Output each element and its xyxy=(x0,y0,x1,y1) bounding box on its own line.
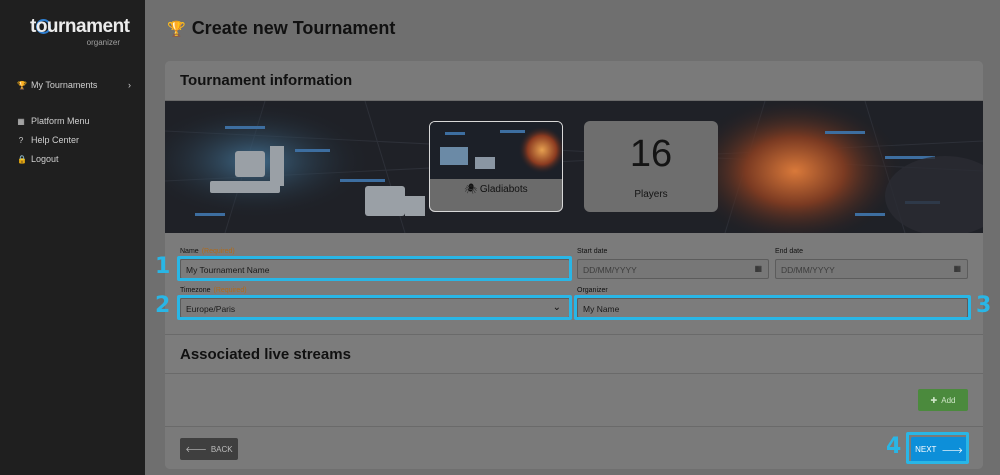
game-tile[interactable]: 🕷 Gladiabots xyxy=(429,121,563,212)
players-tile[interactable]: 16 Players xyxy=(584,121,718,212)
name-label-text: Name xyxy=(180,248,199,255)
banner-artwork xyxy=(165,101,983,233)
sidebar-item-help-center[interactable]: ? Help Center xyxy=(17,135,79,145)
organizer-field[interactable]: My Name xyxy=(577,298,968,318)
annotation-number-4: 4 xyxy=(886,434,902,459)
end-date-label: End date xyxy=(775,248,804,255)
timezone-label-text: Timezone xyxy=(180,287,211,294)
main-content: 🏆 Create new Tournament Tournament infor… xyxy=(145,0,1000,475)
tournament-card: Tournament information 🕷 Gladiabots 16 P… xyxy=(165,61,983,469)
question-icon: ? xyxy=(18,135,24,145)
card-title: Tournament information xyxy=(180,72,353,89)
game-screenshot xyxy=(430,122,562,179)
players-label: Players xyxy=(634,189,668,200)
back-button-label: BACK xyxy=(210,444,233,454)
logo-text: tournament xyxy=(30,16,130,37)
grid-icon: ▦ xyxy=(17,116,25,126)
start-date-label: Start date xyxy=(577,248,608,255)
lock-icon: 🔒 xyxy=(17,154,27,164)
chevron-right-icon: › xyxy=(128,80,131,90)
name-label: Name (Required) xyxy=(180,248,235,255)
timezone-label: Timezone (Required) xyxy=(180,287,247,294)
required-tag: (Required) xyxy=(201,248,235,255)
add-button-label: Add xyxy=(941,395,956,405)
live-streams-title: Associated live streams xyxy=(180,346,351,363)
sidebar-item-label: Platform Menu xyxy=(31,116,90,126)
plus-icon: ✚ xyxy=(930,395,938,405)
logo-subtext: organizer xyxy=(86,38,120,47)
sidebar-item-label: Logout xyxy=(31,154,59,164)
next-button[interactable]: NEXT 🡒 xyxy=(911,437,967,462)
timezone-value: Europe/Paris xyxy=(186,304,236,314)
organizer-label: Organizer xyxy=(577,287,608,294)
organizer-value: My Name xyxy=(583,304,620,314)
sidebar-item-label: My Tournaments xyxy=(31,80,98,90)
trophy-icon: 🏆 xyxy=(17,80,27,90)
annotation-number-3: 3 xyxy=(976,293,992,318)
robot-icon: 🕷 xyxy=(464,184,478,195)
sidebar-item-platform-menu[interactable]: ▦ Platform Menu xyxy=(17,116,90,126)
end-date-placeholder: DD/MM/YYYY xyxy=(781,265,835,275)
sidebar-item-label: Help Center xyxy=(31,135,80,145)
game-name: 🕷 Gladiabots xyxy=(430,184,562,195)
calendar-icon[interactable]: ▦ xyxy=(754,264,762,273)
annotation-number-2: 2 xyxy=(155,293,171,318)
arrow-left-icon: 🡐 xyxy=(185,445,207,454)
timezone-select[interactable]: Europe/Paris ⌄ xyxy=(180,298,570,318)
trophy-icon: 🏆 xyxy=(167,20,186,38)
required-tag: (Required) xyxy=(213,287,247,294)
game-name-text: Gladiabots xyxy=(479,184,528,195)
annotation-number-1: 1 xyxy=(155,254,171,279)
chevron-down-icon: ⌄ xyxy=(552,302,561,313)
app-logo[interactable]: tournament organizer xyxy=(30,16,130,48)
name-field-value: My Tournament Name xyxy=(186,265,270,275)
start-date-field[interactable]: DD/MM/YYYY ▦ xyxy=(577,259,769,279)
add-stream-button[interactable]: ✚ Add xyxy=(918,389,968,411)
calendar-icon[interactable]: ▦ xyxy=(953,264,961,273)
next-button-label: NEXT xyxy=(915,445,937,454)
name-field[interactable]: My Tournament Name xyxy=(180,259,570,279)
card-header: Tournament information xyxy=(165,61,983,101)
players-count: 16 xyxy=(629,133,673,175)
sidebar-item-logout[interactable]: 🔒 Logout xyxy=(17,154,59,164)
sidebar: tournament organizer 🏆 My Tournaments › … xyxy=(0,0,145,475)
page-title: 🏆 Create new Tournament xyxy=(167,18,395,39)
game-screenshot-art xyxy=(430,122,562,179)
back-button[interactable]: 🡐 BACK xyxy=(180,438,238,460)
live-streams-header: Associated live streams xyxy=(165,334,983,374)
start-date-placeholder: DD/MM/YYYY xyxy=(583,265,637,275)
sidebar-item-my-tournaments[interactable]: 🏆 My Tournaments xyxy=(17,80,97,90)
game-banner: 🕷 Gladiabots 16 Players xyxy=(165,101,983,233)
page-title-text: Create new Tournament xyxy=(191,18,396,38)
end-date-field[interactable]: DD/MM/YYYY ▦ xyxy=(775,259,968,279)
arrow-right-icon: 🡒 xyxy=(941,445,963,455)
card-footer: 🡐 BACK NEXT 🡒 xyxy=(165,426,983,469)
